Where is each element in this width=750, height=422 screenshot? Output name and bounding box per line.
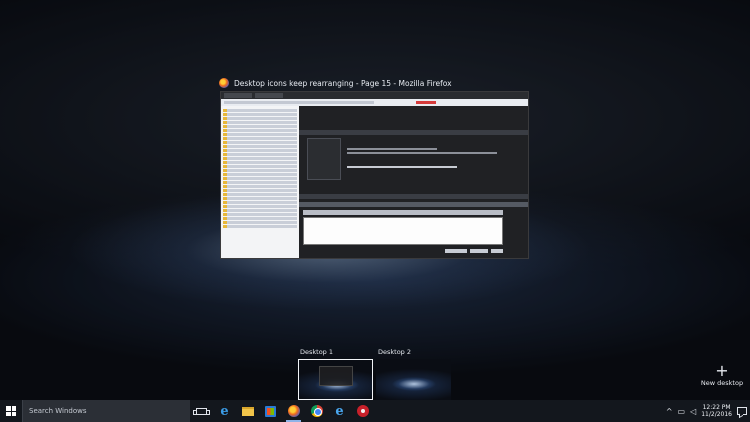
preview-url-field: [224, 101, 374, 104]
new-desktop-label: New desktop: [700, 379, 744, 387]
volume-icon[interactable]: ◁: [690, 407, 696, 416]
preview-tab-strip: [221, 92, 528, 99]
folder-icon: [241, 406, 254, 416]
clock-time: 12:22 PM: [702, 404, 731, 411]
preview-notice: [416, 101, 436, 104]
ie-icon: e: [335, 403, 344, 419]
chrome-icon: [310, 405, 323, 417]
desktop-2-label: Desktop 2: [378, 348, 412, 356]
desktop-1-window-mini: [319, 366, 353, 386]
firefox-button[interactable]: [282, 400, 305, 422]
network-icon[interactable]: ▭: [678, 407, 686, 416]
preview-button: [445, 249, 467, 253]
preview-editor: [303, 217, 503, 245]
desktop-1-thumbnail[interactable]: [298, 359, 373, 400]
chrome-button[interactable]: [305, 400, 328, 422]
preview-bookmarks-sidebar: [221, 106, 299, 258]
task-view-button[interactable]: [190, 400, 213, 422]
window-title: Desktop icons keep rearranging - Page 15…: [234, 78, 452, 88]
search-box[interactable]: Search Windows: [22, 400, 190, 422]
preview-tab: [255, 93, 283, 98]
action-center-icon[interactable]: [737, 407, 747, 415]
preview-post-header: [299, 130, 528, 135]
preview-editor-toolbar: [303, 210, 503, 215]
tool-button[interactable]: [351, 400, 374, 422]
plus-icon: +: [715, 361, 729, 380]
desktop-2-thumbnail[interactable]: [376, 359, 451, 400]
firefox-icon: [219, 78, 229, 88]
preview-tab: [224, 93, 252, 98]
clock[interactable]: 12:22 PM 11/2/2016: [701, 404, 732, 418]
system-tray: ^ ▭ ◁ 12:22 PM 11/2/2016: [666, 404, 750, 418]
file-explorer-button[interactable]: [236, 400, 259, 422]
preview-text-line: [347, 152, 497, 154]
new-desktop-button[interactable]: + New desktop: [700, 361, 744, 388]
preview-body: [221, 106, 528, 258]
clock-date: 11/2/2016: [701, 411, 732, 418]
window-title-bar[interactable]: Desktop icons keep rearranging - Page 15…: [219, 77, 452, 89]
preview-address-bar: [221, 99, 528, 106]
task-view-icon: [193, 407, 210, 415]
taskbar: Search Windows e e ^ ▭ ◁ 12:22 PM 11/2/2…: [0, 400, 750, 422]
preview-page-content: [299, 106, 528, 258]
preview-post-footer: [299, 194, 528, 199]
edge-icon: e: [220, 403, 229, 419]
chevron-up-icon[interactable]: ^: [666, 407, 673, 416]
store-icon: [265, 405, 276, 417]
preview-button: [470, 249, 488, 253]
tool-icon: [356, 405, 369, 417]
internet-explorer-button[interactable]: e: [328, 400, 351, 422]
preview-button: [491, 249, 503, 253]
edge-button[interactable]: e: [213, 400, 236, 422]
search-placeholder: Search Windows: [29, 407, 87, 415]
preview-user-card: [307, 138, 341, 180]
firefox-icon: [287, 405, 300, 417]
start-button[interactable]: [0, 400, 22, 422]
desktop-1-label: Desktop 1: [300, 348, 334, 356]
window-preview[interactable]: [220, 91, 529, 259]
preview-text-line: [347, 166, 457, 168]
preview-reply-header: [299, 202, 528, 207]
preview-text-line: [347, 148, 437, 150]
windows-logo-icon: [6, 406, 16, 416]
store-button[interactable]: [259, 400, 282, 422]
